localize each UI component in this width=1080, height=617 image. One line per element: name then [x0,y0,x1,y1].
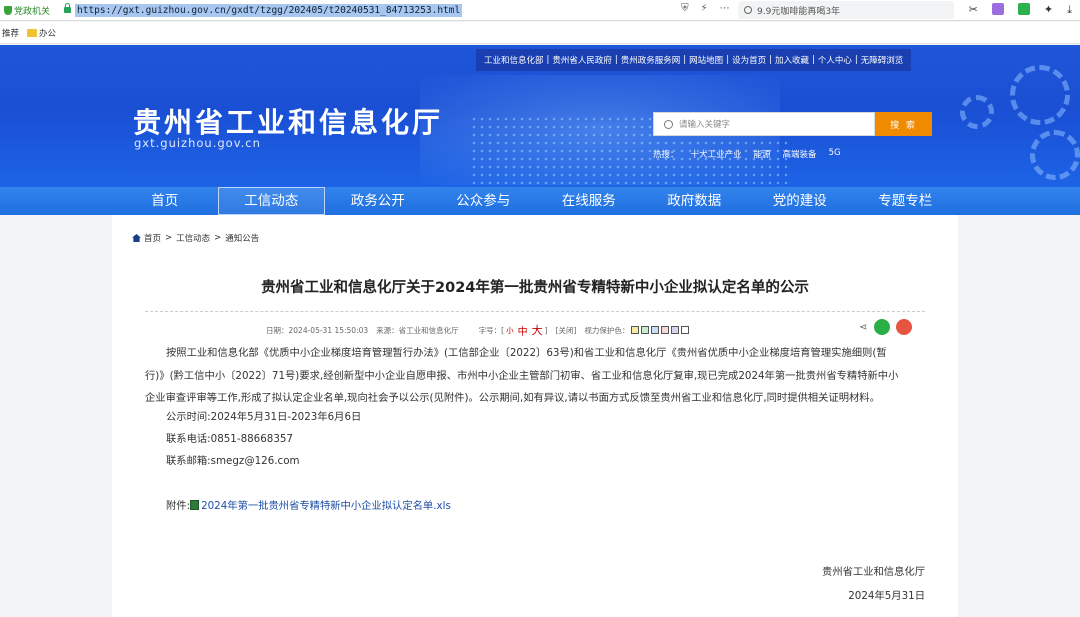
xls-file-icon [190,499,200,510]
eye-care-label: 视力保护色： [584,325,630,335]
site-banner: 工业和信息化部 | 贵州省人民政府 | 贵州政务服务网 | 网站地图 | 设为首页 | 加… [0,45,1080,187]
crumb-news[interactable]: 工信动态 [176,232,210,244]
nav-news[interactable]: 工信动态 [217,187,325,215]
search-button[interactable]: 搜 索 [875,112,932,136]
sign-date: 2024年5月31日 [848,590,925,602]
contact-phone: 联系电话:0851-88668357 [166,433,293,445]
share-icon[interactable]: ⋖ [859,322,868,332]
extension-green-icon[interactable] [1017,3,1030,15]
top-links: 工业和信息化部 | 贵州省人民政府 | 贵州政务服务网 | 网站地图 | 设为首页 | 加… [476,49,912,71]
gear-icon [960,95,994,129]
site-title[interactable]: 贵州省工业和信息化厅 [133,101,443,141]
font-small-button[interactable]: 小 [506,325,514,336]
body-line: 按照工业和信息化部《优质中小企业梯度培育管理暂行办法》(工信部企业〔2022〕6… [166,347,887,359]
hot-term[interactable]: 十大工业产业 [691,148,742,160]
nav-public[interactable]: 公众参与 [431,187,537,215]
bolt-icon[interactable]: ⚡ [701,3,708,14]
hot-term[interactable]: 高端装备 [783,148,817,160]
article-title: 贵州省工业和信息化厅关于2024年第一批贵州省专精特新中小企业拟认定名单的公示 [261,280,809,296]
wechat-icon[interactable] [874,319,890,335]
font-large-button[interactable]: 大 [532,322,543,338]
color-swatch[interactable] [641,326,650,334]
top-link[interactable]: 网站地图 [689,54,723,66]
download-icon[interactable]: ⤓ [1067,3,1072,17]
extension-purple-icon[interactable] [991,3,1004,15]
font-size-label: 字号： [478,325,502,335]
shield-icon [4,5,12,15]
font-mid-button[interactable]: 中 [518,323,528,338]
color-swatch[interactable] [671,326,680,334]
more-icon[interactable]: ⋯ [720,3,730,14]
body-line: 企业审查评审等工作,形成了拟认定企业名单,现向社会予以公示(见附件)。公示期间,… [145,392,880,404]
article-meta: 日期：2024-05-31 15:50:03 来源：省工业和信息化厅 字号： [… [266,322,690,338]
nav-gov-affairs[interactable]: 政务公开 [325,187,431,215]
notice-period: 公示时间:2024年5月31日-2023年6月6日 [166,411,362,423]
puzzle-icon[interactable]: ✦ [1044,3,1053,17]
article-container: 首页 > 工信动态 > 通知公告 贵州省工业和信息化厅关于2024年第一批贵州省… [112,215,958,617]
main-nav: 首页 工信动态 政务公开 公众参与 在线服务 政府数据 党的建设 专题专栏 [0,187,1080,215]
attachment: 附件: 2024年第一批贵州省专精特新中小企业拟认定名单.xls [166,497,451,512]
bookmark-recommend[interactable]: 推荐 [2,27,19,39]
top-link[interactable]: 个人中心 [818,54,852,66]
nav-party[interactable]: 党的建设 [747,187,853,215]
search-icon [664,119,673,129]
crumb-notice[interactable]: 通知公告 [225,232,259,244]
close-button[interactable]: [关闭] [556,325,577,336]
toolbar-icons: ✂ ✦ ⤓ [969,3,1072,17]
divider [145,311,925,312]
url-input[interactable]: https://gxt.guizhou.gov.cn/gxdt/tzgg/202… [75,3,463,17]
top-link[interactable]: 无障碍浏览 [861,54,904,66]
search-icon [744,6,752,14]
site-domain: gxt.guizhou.gov.cn [134,136,261,150]
gov-tag: 党政机关 [0,4,62,17]
color-swatch[interactable] [651,326,660,334]
top-link[interactable]: 加入收藏 [775,54,809,66]
weibo-icon[interactable] [896,319,912,335]
attachment-link[interactable]: 2024年第一批贵州省专精特新中小企业拟认定名单.xls [201,497,451,512]
hot-label: 热搜： [653,150,679,160]
site-search-input[interactable]: 请输入关键字 [653,112,875,136]
color-swatch[interactable] [631,326,640,334]
lock-icon [64,3,71,13]
shield-check-icon[interactable]: ⛨ [681,3,689,14]
color-swatch[interactable] [661,326,670,334]
nav-home[interactable]: 首页 [112,187,218,215]
body-line: 行)》(黔工信中小〔2022〕71号)要求,经创新型中小企业自愿申报、市州中小企… [145,369,899,382]
bookmarks-bar: 推荐 办公 [0,22,1080,44]
top-link[interactable]: 工业和信息化部 [484,54,544,66]
bookmark-office[interactable]: 办公 [39,27,56,39]
hot-term[interactable]: 5G [829,148,841,160]
article-date: 日期：2024-05-31 15:50:03 [266,325,369,335]
color-swatch[interactable] [681,326,690,334]
attachment-label: 附件: [166,500,191,512]
breadcrumb: 首页 > 工信动态 > 通知公告 [132,232,259,244]
gear-icon [1010,65,1070,125]
hot-term[interactable]: 能源 [754,148,771,160]
contact-email: 联系邮箱:smegz@126.com [166,455,300,467]
top-link[interactable]: 设为首页 [732,54,766,66]
gear-icon [1030,130,1080,180]
folder-icon [27,28,38,37]
nav-topics[interactable]: 专题专栏 [853,187,959,215]
crumb-home[interactable]: 首页 [144,232,161,244]
article-source: 来源：省工业和信息化厅 [376,325,459,335]
top-link[interactable]: 贵州政务服务网 [621,54,681,66]
hot-search: 热搜： 十大工业产业 能源 高端装备 5G [653,148,841,160]
article-body: 按照工业和信息化部《优质中小企业梯度培育管理暂行办法》(工信部企业〔2022〕6… [145,342,928,410]
scissors-icon[interactable]: ✂ [969,3,978,17]
nav-online-service[interactable]: 在线服务 [536,187,642,215]
share-bar: ⋖ [859,319,912,335]
browser-address-bar: 党政机关 https://gxt.guizhou.gov.cn/gxdt/tzg… [0,0,1080,21]
nav-gov-data[interactable]: 政府数据 [642,187,748,215]
top-link[interactable]: 贵州省人民政府 [552,54,612,66]
home-icon [132,234,141,242]
signer: 贵州省工业和信息化厅 [822,566,925,578]
browser-search-input[interactable]: 9.9元咖啡能再喝3年 [738,1,954,19]
